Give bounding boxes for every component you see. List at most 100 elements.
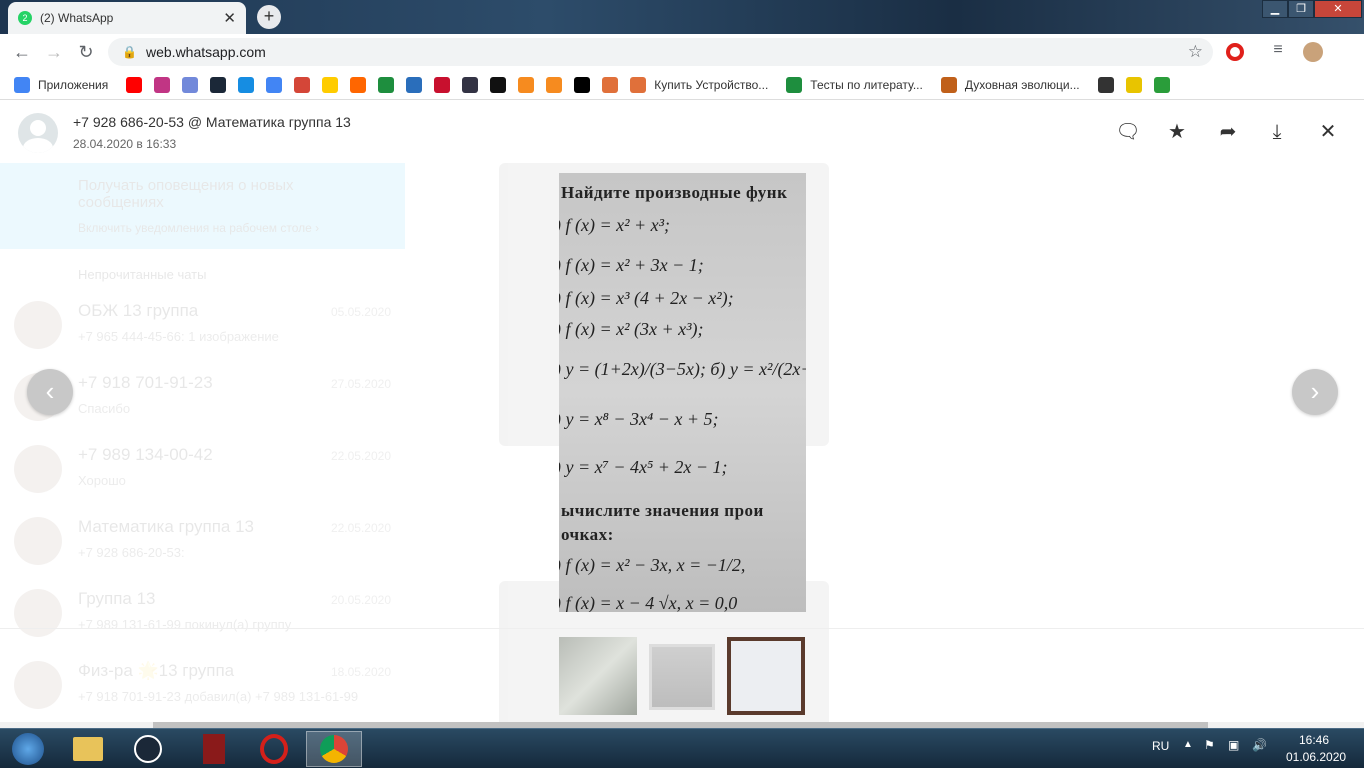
mail-at-icon — [238, 76, 255, 93]
address-bar[interactable]: 🔒 web.whatsapp.com ☆ — [108, 38, 1213, 66]
book-icon — [434, 76, 451, 93]
forward-icon[interactable]: ➦ — [1215, 119, 1241, 145]
instagram-icon — [154, 76, 171, 93]
opera-extension-icon[interactable] — [1226, 43, 1244, 61]
forward-icon[interactable]: → — [44, 42, 64, 63]
bookmark-item[interactable] — [1153, 76, 1170, 93]
bookmark-item[interactable] — [574, 76, 591, 93]
bookmark-item[interactable]: Приложения — [14, 76, 108, 93]
winrar-icon[interactable] — [186, 731, 242, 767]
notice-title: Получать оповещения о новых сообщениях — [78, 177, 294, 211]
opera-icon[interactable] — [246, 731, 302, 767]
new-tab-button[interactable]: + — [257, 5, 281, 29]
bookmark-item[interactable] — [238, 76, 255, 93]
action-center-flag-icon[interactable]: ⚑ — [1204, 738, 1215, 752]
bookmark-star-icon[interactable]: ☆ — [1188, 38, 1203, 66]
steam-icon[interactable] — [120, 731, 176, 767]
bookmarks-bar: Приложения Купить Устройство... Тесты по л… — [0, 70, 1364, 100]
chat-last-message: Спасибо — [78, 401, 131, 416]
avatar — [14, 301, 62, 349]
chat-list-item[interactable]: Математика группа 13 +7 928 686-20-53: 22.… — [0, 505, 405, 577]
photo-text-line: Найдите производные функ — [561, 183, 788, 202]
notification-banner[interactable]: Получать оповещения о новых сообщениях В… — [0, 163, 405, 249]
dns-icon — [546, 76, 563, 93]
previous-media-button[interactable]: ‹ — [27, 369, 73, 415]
sh-icon — [574, 76, 591, 93]
avatar — [14, 661, 62, 709]
message-icon[interactable]: 🗨 — [1115, 119, 1141, 145]
avatar — [14, 589, 62, 637]
tab-whatsapp[interactable]: 2 (2) WhatsApp ✕ — [8, 2, 246, 34]
maximize-button[interactable]: ❐ — [1288, 0, 1314, 18]
file-explorer-icon[interactable] — [60, 731, 116, 767]
bookmark-item[interactable] — [350, 76, 367, 93]
discord-icon — [182, 76, 199, 93]
archived-label[interactable]: Непрочитанные чаты — [78, 267, 206, 282]
dns-icon — [518, 76, 535, 93]
volume-icon[interactable]: 🔊 — [1252, 738, 1267, 752]
google-classroom-icon — [378, 76, 395, 93]
tab-close-icon[interactable]: ✕ — [223, 9, 236, 27]
bookmark-item[interactable] — [1125, 76, 1142, 93]
bird-icon — [462, 76, 479, 93]
bookmark-item[interactable] — [490, 76, 507, 93]
reload-icon[interactable]: ↻ — [76, 42, 96, 63]
bookmark-item[interactable] — [602, 76, 619, 93]
bookmark-label: Купить Устройство... — [654, 77, 769, 92]
bookmark-item[interactable] — [294, 76, 311, 93]
chat-date: 22.05.2020 — [330, 521, 391, 535]
bookmark-item[interactable] — [322, 76, 339, 93]
bookmark-item[interactable] — [266, 76, 283, 93]
close-icon[interactable]: ✕ — [1315, 119, 1341, 145]
bookmark-item[interactable] — [546, 76, 563, 93]
window-close-button[interactable]: ✕ — [1314, 0, 1362, 18]
star-icon[interactable]: ★ — [1164, 119, 1190, 145]
bookmark-item[interactable]: Духовная эволюци... — [940, 76, 1080, 93]
media-photo: Найдите производные функ) f (x) = x² + x… — [559, 173, 806, 612]
bookmark-item[interactable] — [406, 76, 423, 93]
chat-date: 27.05.2020 — [330, 377, 391, 391]
photo-text-line: ) y = (1+2x)/(3−5x); б) y = x²/(2x−1 — [559, 359, 806, 379]
clock-date[interactable]: 01.06.2020 — [1286, 750, 1346, 764]
language-indicator[interactable]: RU — [1152, 739, 1169, 753]
minimize-button[interactable]: ▁ — [1262, 0, 1288, 18]
network-icon[interactable]: ▣ — [1228, 738, 1239, 752]
media-playlist-icon[interactable]: ≡ — [1268, 41, 1288, 59]
download-icon[interactable]: ⤓ — [1264, 119, 1290, 145]
thumbnail-1[interactable] — [559, 637, 637, 715]
thumbnail-2-selected[interactable] — [649, 644, 715, 710]
bookmark-item[interactable] — [1097, 76, 1114, 93]
chat-last-message: +7 918 701-91-23 добавил(а) +7 989 131-6… — [78, 689, 359, 704]
bookmark-item[interactable]: Купить Устройство... — [630, 76, 769, 93]
notice-link[interactable]: Включить уведомления на рабочем столе › — [78, 221, 319, 235]
colorful-icon — [1153, 76, 1170, 93]
bookmark-item[interactable] — [434, 76, 451, 93]
lock-icon: 🔒 — [122, 45, 137, 59]
chat-list-item[interactable]: Группа 13 +7 989 131-61-99 покинул(а) гру… — [0, 577, 405, 649]
chat-list-item[interactable]: +7 989 134-00-42 Хорошо 22.05.2020 — [0, 433, 405, 505]
back-icon[interactable]: ← — [12, 42, 32, 63]
thumbnail-3[interactable] — [727, 637, 805, 715]
profile-avatar[interactable] — [1303, 42, 1323, 62]
bookmark-item[interactable] — [126, 76, 143, 93]
bookmark-item[interactable] — [462, 76, 479, 93]
bookmark-item[interactable] — [182, 76, 199, 93]
bookmark-item[interactable]: Тесты по литерату... — [786, 76, 923, 93]
chat-list-item[interactable]: Физ-ра 🌟13 группа +7 918 701-91-23 добави… — [0, 649, 405, 721]
next-media-button[interactable]: › — [1292, 369, 1338, 415]
url-text: web.whatsapp.com — [146, 44, 266, 60]
clock-time[interactable]: 16:46 — [1299, 733, 1329, 747]
kinopoisk-icon — [350, 76, 367, 93]
bookmark-item[interactable] — [210, 76, 227, 93]
bookmark-item[interactable] — [378, 76, 395, 93]
chrome-icon[interactable] — [306, 731, 362, 767]
tray-expand-icon[interactable]: ▲ — [1183, 739, 1193, 750]
bookmark-item[interactable] — [154, 76, 171, 93]
youtube-icon — [126, 76, 143, 93]
bookmark-item[interactable] — [518, 76, 535, 93]
photo-text-line: ) f (x) = x − 4 √x, x = 0,0 — [559, 593, 738, 612]
windows-start-icon[interactable] — [0, 731, 56, 767]
chat-list-item[interactable]: ОБЖ 13 группа +7 965 444-45-66: 1 изображ… — [0, 289, 405, 361]
whatsapp-page: Получать оповещения о новых сообщениях В… — [0, 101, 1364, 728]
photo-text-line: ) f (x) = x² + 3x − 1; — [559, 255, 704, 275]
